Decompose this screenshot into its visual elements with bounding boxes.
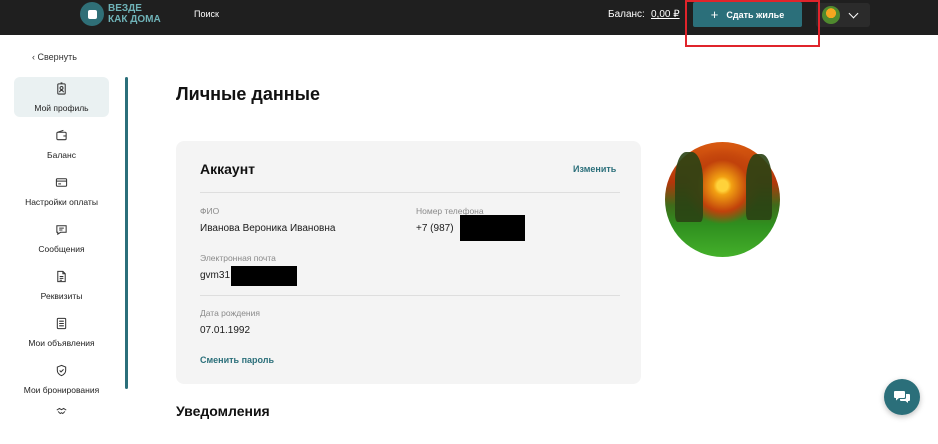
divider: [200, 192, 620, 193]
sidebar-item-label: Реквизиты: [40, 291, 83, 301]
wallet-icon: [56, 129, 67, 141]
message-icon: [56, 225, 67, 236]
sidebar-item-profile[interactable]: Мой профиль: [14, 77, 109, 117]
collapse-sidebar-button[interactable]: ‹ Свернуть: [32, 52, 77, 62]
profile-photo[interactable]: [665, 142, 780, 257]
logo-badge-icon: [80, 2, 104, 26]
photo-tree: [675, 152, 703, 222]
account-card: Аккаунт Изменить ФИО Иванова Вероника Ив…: [176, 141, 641, 384]
sidebar-item-payment-settings[interactable]: Настройки оплаты: [14, 171, 109, 211]
fio-label: ФИО: [200, 206, 220, 216]
logo-line-2: КАК ДОМА: [108, 14, 161, 25]
photo-tree: [746, 154, 772, 220]
balance-label: Баланс:: [608, 9, 645, 20]
account-title: Аккаунт: [200, 161, 256, 177]
sidebar-item-label: Мой профиль: [34, 103, 89, 113]
notifications-title: Уведомления: [176, 403, 270, 419]
sidebar-item-label: Мои объявления: [28, 338, 95, 348]
sidebar-item-my-listings[interactable]: Мои объявления: [14, 312, 109, 352]
email-label: Электронная почта: [200, 253, 276, 263]
sidebar-item-label: Баланс: [47, 150, 76, 160]
email-value: gvm31: [200, 270, 231, 281]
sidebar-item-label: Сообщения: [38, 244, 85, 254]
chat-button[interactable]: [884, 379, 920, 415]
nav-search-link[interactable]: Поиск: [194, 9, 219, 19]
email-redaction: [231, 266, 297, 286]
handshake-icon: [56, 407, 67, 415]
sidebar-item-label: Мои бронирования: [23, 385, 100, 395]
edit-account-link[interactable]: Изменить: [573, 164, 616, 174]
highlight-frame: [685, 0, 820, 47]
sidebar-scroll-indicator[interactable]: [125, 77, 128, 389]
sidebar-item-label: Настройки оплаты: [25, 197, 98, 207]
shield-check-icon: [56, 364, 67, 377]
sidebar-item-requisites[interactable]: Реквизиты: [14, 265, 109, 305]
page-title: Личные данные: [176, 84, 320, 104]
user-menu[interactable]: [816, 3, 870, 27]
sidebar-item-more[interactable]: [14, 405, 109, 429]
avatar: [822, 6, 840, 24]
phone-redaction: [460, 215, 525, 241]
chat-bubbles-icon: [894, 391, 910, 403]
birth-value: 07.01.1992: [200, 325, 251, 336]
logo-line-1: ВЕЗДЕ: [108, 3, 142, 14]
list-icon: [56, 317, 67, 330]
card-icon: [55, 178, 68, 187]
change-password-link[interactable]: Сменить пароль: [200, 355, 274, 365]
sidebar-item-balance[interactable]: Баланс: [14, 124, 109, 164]
chevron-down-icon: [848, 8, 859, 18]
fio-value: Иванова Вероника Ивановна: [200, 223, 336, 234]
logo-text: ВЕЗДЕ КАК ДОМА: [108, 3, 161, 25]
profile-badge-icon: [57, 82, 66, 95]
sidebar-item-messages[interactable]: Сообщения: [14, 218, 109, 258]
divider: [200, 295, 620, 296]
document-icon: [57, 270, 66, 283]
birth-label: Дата рождения: [200, 308, 260, 318]
phone-value: +7 (987): [416, 223, 454, 234]
balance-value-link[interactable]: 0,00 ₽: [651, 9, 680, 20]
logo[interactable]: ВЕЗДЕ КАК ДОМА: [80, 2, 161, 26]
sidebar: ‹ Свернуть Мой профиль Баланс Настройки …: [0, 35, 128, 444]
sidebar-item-my-bookings[interactable]: Мои бронирования: [14, 359, 109, 399]
